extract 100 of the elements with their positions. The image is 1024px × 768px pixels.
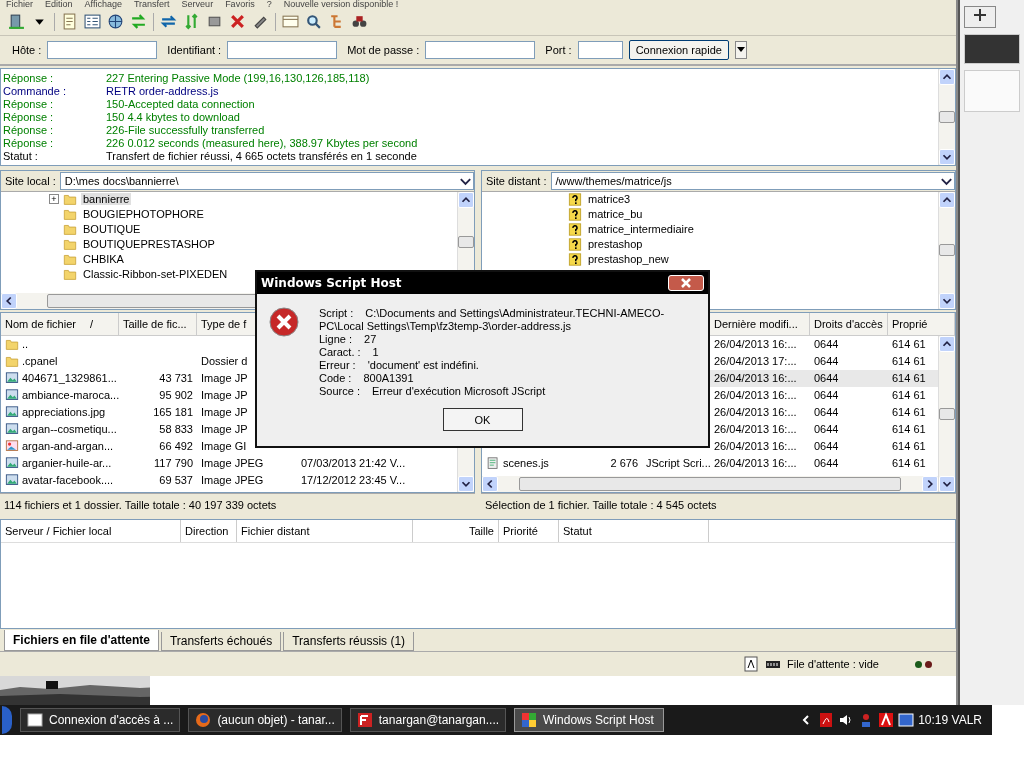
monitor-icon bbox=[898, 712, 915, 728]
server-icon[interactable] bbox=[8, 13, 25, 31]
scroll-thumb[interactable] bbox=[939, 407, 955, 420]
taskbar-button[interactable]: tanargan@tanargan.... bbox=[349, 708, 507, 732]
tab[interactable]: Transferts échoués bbox=[160, 632, 282, 651]
file-size: 43 731 bbox=[158, 372, 194, 385]
column-header[interactable]: Taille bbox=[413, 520, 499, 543]
file-row[interactable]: scenes.js 2 676 JScript Scri... 26/04/2013 16:... 0644 614 61 bbox=[482, 454, 938, 472]
file-name[interactable]: argan-and-argan... bbox=[22, 440, 114, 453]
scroll-thumb[interactable] bbox=[519, 477, 901, 492]
folder-icon bbox=[63, 237, 77, 251]
column-header[interactable]: Direction bbox=[181, 520, 237, 543]
tab[interactable]: Transferts réussis (1) bbox=[283, 632, 415, 651]
file-name[interactable]: arganier-huile-ar... bbox=[22, 457, 112, 470]
scroll-down-button[interactable] bbox=[939, 292, 955, 309]
menu-item[interactable]: Fichier bbox=[6, 0, 33, 9]
file-name[interactable]: .cpanel bbox=[22, 355, 58, 368]
scroll-down-button[interactable] bbox=[939, 476, 955, 493]
file-name[interactable]: appreciations.jpg bbox=[22, 406, 106, 419]
file-size: 95 902 bbox=[158, 389, 194, 402]
clock: 10:19 VALR bbox=[918, 713, 982, 727]
menu-item[interactable]: Serveur bbox=[181, 0, 214, 9]
tree-item[interactable]: bannierre bbox=[81, 193, 132, 206]
pdf-icon bbox=[818, 712, 835, 728]
menu-item[interactable]: Transfert bbox=[133, 0, 170, 9]
scroll-thumb[interactable] bbox=[939, 244, 955, 257]
permissions: 0644 bbox=[813, 355, 840, 368]
tree-item[interactable]: matrice_bu bbox=[586, 208, 645, 221]
ok-button[interactable]: OK bbox=[442, 408, 523, 431]
error-detail: Code : 800A1391 bbox=[319, 372, 414, 385]
modified-date: 26/04/2013 17:... bbox=[713, 355, 798, 368]
close-button[interactable] bbox=[668, 275, 704, 291]
menu-item[interactable]: Nouvelle version disponible ! bbox=[283, 0, 399, 9]
menu-item[interactable]: Affichage bbox=[84, 0, 122, 9]
file-type: Image GI bbox=[200, 440, 248, 453]
column-header[interactable]: Fichier distant bbox=[237, 520, 413, 543]
owner: 614 61 bbox=[891, 457, 927, 470]
tree-item[interactable]: prestashop_new bbox=[586, 253, 671, 266]
taskbar-button[interactable]: Windows Script Host bbox=[514, 708, 665, 732]
input-field[interactable] bbox=[577, 40, 623, 59]
scroll-up-button[interactable] bbox=[939, 68, 955, 85]
path-field[interactable]: /www/themes/matrice/js bbox=[550, 171, 955, 190]
tree-item[interactable]: BOUGIEPHOTOPHORE bbox=[81, 208, 206, 221]
scroll-down-button[interactable] bbox=[939, 148, 955, 165]
scroll-thumb[interactable] bbox=[458, 236, 474, 249]
globe-icon[interactable] bbox=[107, 13, 124, 31]
tree-item[interactable]: BOUTIQUE bbox=[81, 223, 143, 236]
tree-item[interactable]: matrice3 bbox=[586, 193, 633, 206]
scroll-thumb[interactable] bbox=[939, 110, 955, 123]
input-field[interactable] bbox=[227, 40, 338, 59]
folder-icon bbox=[63, 252, 77, 266]
scroll-left-button[interactable] bbox=[482, 476, 498, 493]
search-icon[interactable] bbox=[305, 13, 322, 31]
file-name[interactable]: ambiance-maroca... bbox=[22, 389, 119, 402]
input-field[interactable] bbox=[47, 40, 158, 59]
error-detail: Caract. : 1 bbox=[319, 346, 379, 359]
list-icon[interactable] bbox=[84, 13, 101, 31]
start-button[interactable] bbox=[2, 706, 12, 734]
column-header[interactable]: Priorité bbox=[499, 520, 559, 543]
column-header[interactable]: Taille de fic... bbox=[119, 312, 197, 335]
font-icon bbox=[743, 656, 759, 672]
column-header[interactable]: Proprié bbox=[888, 312, 955, 335]
file-name[interactable]: argan--cosmetiqu... bbox=[22, 423, 117, 436]
image-file-icon bbox=[5, 371, 19, 385]
field-label: Mot de passe : bbox=[347, 43, 420, 56]
cancel-icon[interactable] bbox=[229, 13, 246, 31]
quick-connect-button[interactable]: Connexion rapide bbox=[628, 39, 729, 60]
input-field[interactable] bbox=[425, 40, 536, 59]
file-name[interactable]: 404671_1329861... bbox=[22, 372, 117, 385]
tree-item[interactable]: BOUTIQUEPRESTASHOP bbox=[81, 238, 217, 251]
modified-date: 26/04/2013 16:... bbox=[713, 338, 798, 351]
notepad-icon[interactable] bbox=[61, 13, 78, 31]
dropdown-button[interactable] bbox=[734, 40, 747, 59]
expand-toggle[interactable]: + bbox=[49, 194, 59, 205]
new-tab-button[interactable] bbox=[964, 6, 996, 28]
scroll-right-button[interactable] bbox=[922, 476, 938, 493]
column-header[interactable]: Serveur / Fichier local bbox=[1, 520, 181, 543]
file-name[interactable]: scenes.js bbox=[503, 457, 549, 470]
taskbar-button[interactable]: (aucun objet) - tanar... bbox=[188, 708, 342, 732]
tree-item[interactable]: CHBIKA bbox=[81, 253, 126, 266]
tab[interactable]: Fichiers en file d'attente bbox=[4, 630, 159, 651]
owner: 614 61 bbox=[891, 423, 927, 436]
scroll-left-button[interactable] bbox=[1, 292, 17, 309]
tree-item[interactable]: matrice_intermediaire bbox=[586, 223, 696, 236]
taskbar-button[interactable]: Connexion d'accès à ... bbox=[20, 708, 181, 732]
tree-item[interactable]: Classic-Ribbon-set-PIXEDEN bbox=[81, 268, 230, 281]
file-name[interactable]: .. bbox=[22, 338, 29, 351]
file-type: Image JP bbox=[200, 372, 249, 385]
antivirus-icon bbox=[878, 712, 895, 728]
path-field[interactable]: D:\mes docs\bannierre\ bbox=[59, 171, 474, 190]
column-header[interactable]: Statut bbox=[559, 520, 709, 543]
menu-item[interactable]: Edition bbox=[45, 0, 73, 9]
column-header[interactable]: Nom de fichier / bbox=[1, 312, 119, 335]
scroll-down-button[interactable] bbox=[458, 476, 474, 493]
file-name[interactable]: avatar-facebook.... bbox=[22, 474, 114, 487]
menu-item[interactable]: Favoris bbox=[225, 0, 255, 9]
file-size: 165 181 bbox=[152, 406, 194, 419]
column-header[interactable]: Droits d'accès bbox=[810, 312, 888, 335]
menu-item[interactable]: ? bbox=[266, 0, 272, 9]
tree-item[interactable]: prestashop bbox=[586, 238, 645, 251]
